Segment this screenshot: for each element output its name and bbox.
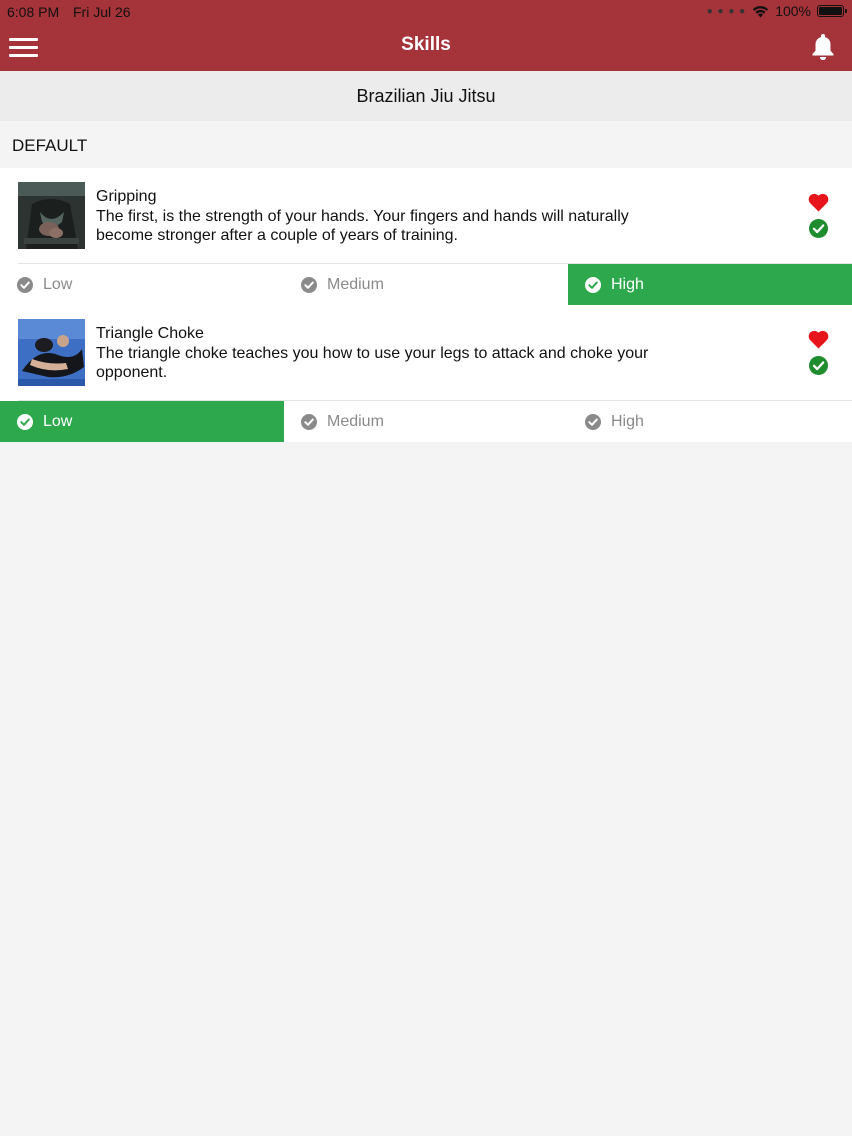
level-medium-button[interactable]: Medium: [284, 401, 568, 442]
check-circle-icon: [301, 276, 317, 293]
bell-icon[interactable]: [810, 32, 836, 60]
check-circle-icon[interactable]: [809, 219, 828, 238]
heart-icon[interactable]: [808, 193, 829, 212]
status-indicators: ● ● ● ● 100%: [706, 3, 847, 19]
app-header: 6:08 PM Fri Jul 26 ● ● ● ● 100% Skills: [0, 0, 852, 71]
level-label: High: [611, 275, 644, 293]
check-circle-icon: [585, 413, 601, 430]
heart-icon[interactable]: [808, 330, 829, 349]
skill-title: Gripping: [96, 188, 157, 205]
check-circle-icon: [17, 276, 33, 293]
level-label: Medium: [327, 275, 384, 293]
section-label: DEFAULT: [12, 136, 88, 155]
level-high-button[interactable]: High: [568, 264, 852, 305]
skill-title: Triangle Choke: [96, 325, 204, 342]
category-title: Brazilian Jiu Jitsu: [0, 71, 852, 121]
signal-icon: ● ● ● ●: [706, 5, 747, 17]
status-time: 6:08 PM: [7, 4, 60, 20]
battery-icon: [817, 5, 847, 17]
skill-item[interactable]: Gripping The first, is the strength of y…: [0, 168, 852, 305]
check-circle-icon[interactable]: [809, 356, 828, 375]
skill-thumbnail: [18, 182, 85, 249]
level-label: Low: [43, 412, 73, 430]
page-title: Skills: [401, 34, 451, 55]
check-circle-icon: [17, 413, 33, 430]
check-circle-icon: [301, 413, 317, 430]
level-selector: Low Medium High: [0, 401, 852, 442]
check-circle-icon: [585, 276, 601, 293]
skill-description: The first, is the strength of your hands…: [96, 208, 629, 244]
level-high-button[interactable]: High: [568, 401, 852, 442]
battery-percent: 100%: [775, 3, 811, 19]
wifi-icon: [752, 5, 769, 17]
level-low-button[interactable]: Low: [0, 264, 284, 305]
level-selector: Low Medium High: [0, 264, 852, 305]
skill-row[interactable]: Triangle Choke The triangle choke teache…: [0, 305, 852, 401]
skill-description: The triangle choke teaches you how to us…: [96, 345, 649, 381]
skill-item[interactable]: Triangle Choke The triangle choke teache…: [0, 305, 852, 442]
skill-thumbnail: [18, 319, 85, 386]
level-label: Low: [43, 275, 73, 293]
level-label: Medium: [327, 412, 384, 430]
status-bar: 6:08 PM Fri Jul 26 ● ● ● ● 100%: [0, 0, 852, 22]
level-label: High: [611, 412, 644, 430]
level-low-button[interactable]: Low: [0, 401, 284, 442]
status-date: Fri Jul 26: [73, 4, 131, 20]
level-medium-button[interactable]: Medium: [284, 264, 568, 305]
skill-row[interactable]: Gripping The first, is the strength of y…: [0, 168, 852, 264]
